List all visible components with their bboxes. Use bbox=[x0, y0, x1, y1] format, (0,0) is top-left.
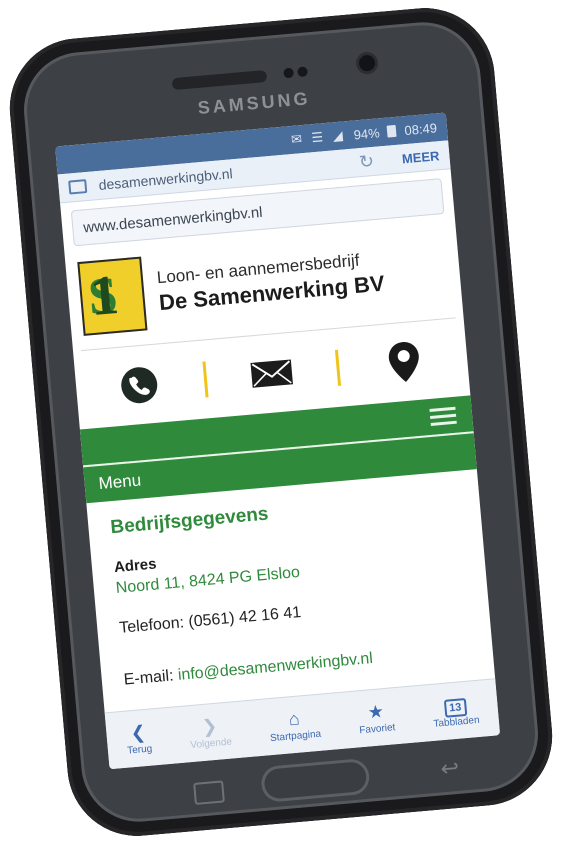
device-brand: SAMSUNG bbox=[196, 88, 312, 119]
icon-separator bbox=[202, 361, 209, 398]
light-sensor bbox=[297, 66, 308, 78]
location-pin-icon[interactable] bbox=[381, 339, 427, 385]
status-icons: ✉ ☰ ◢ bbox=[290, 127, 347, 148]
tab-count: 13 bbox=[443, 697, 468, 718]
phone-device: SAMSUNG ✉ ☰ ◢ 94% 08:49 desamenwerkingbv… bbox=[4, 2, 558, 842]
email-label: E-mail: bbox=[123, 667, 175, 689]
nav-forward[interactable]: ❯ Volgende bbox=[188, 714, 233, 751]
nav-back-label: Terug bbox=[126, 742, 153, 757]
status-time: 08:49 bbox=[403, 119, 438, 138]
nav-bookmarks-label: Favoriet bbox=[358, 721, 396, 736]
tab-icon[interactable] bbox=[68, 179, 88, 195]
hamburger-icon[interactable] bbox=[429, 402, 457, 429]
battery-icon bbox=[387, 124, 398, 138]
phone-number[interactable]: Telefoon: (0561) 42 16 41 bbox=[119, 590, 467, 638]
brand-text: Loon- en aannemersbedrijf De Samenwerkin… bbox=[156, 249, 386, 317]
mail-icon[interactable] bbox=[249, 351, 295, 397]
nav-forward-label: Volgende bbox=[189, 736, 233, 751]
nav-bookmarks[interactable]: ★ Favoriet bbox=[357, 700, 396, 736]
email-row: E-mail: info@desamenwerkingbv.nl bbox=[123, 641, 471, 689]
proximity-sensor bbox=[283, 67, 295, 79]
home-button[interactable] bbox=[260, 757, 371, 804]
logo-l-glyph: 1 bbox=[87, 263, 121, 329]
reload-icon[interactable]: ↻ bbox=[358, 150, 375, 172]
phone-screen: ✉ ☰ ◢ 94% 08:49 desamenwerkingbv.nl ↻ ME… bbox=[55, 112, 501, 770]
nav-tabs[interactable]: 13 Tabbladen bbox=[431, 692, 480, 729]
recent-apps-button[interactable] bbox=[193, 780, 225, 805]
phone-bezel: SAMSUNG ✉ ☰ ◢ 94% 08:49 desamenwerkingbv… bbox=[19, 17, 543, 827]
more-button[interactable]: MEER bbox=[401, 148, 440, 166]
phone-icon[interactable] bbox=[117, 362, 163, 408]
earpiece-speaker bbox=[171, 69, 268, 91]
chevron-right-icon: ❯ bbox=[201, 715, 219, 737]
nav-home-label: Startpagina bbox=[269, 728, 322, 744]
url-text: www.desamenwerkingbv.nl bbox=[82, 203, 264, 236]
front-camera-icon bbox=[358, 54, 376, 72]
home-icon: ⌂ bbox=[287, 708, 301, 729]
phone-icon-svg bbox=[121, 367, 158, 404]
battery-level: 94% bbox=[352, 124, 381, 143]
icon-separator bbox=[334, 349, 342, 386]
company-logo[interactable]: S 1 bbox=[77, 256, 148, 336]
location-pin-svg bbox=[388, 342, 419, 382]
mail-icon-svg bbox=[250, 359, 293, 388]
back-button[interactable]: ↩ bbox=[434, 755, 466, 782]
nav-back[interactable]: ❮ Terug bbox=[125, 721, 153, 757]
tabs-icon: 13 bbox=[443, 693, 468, 718]
chevron-left-icon: ❮ bbox=[129, 721, 147, 743]
email-link[interactable]: info@desamenwerkingbv.nl bbox=[177, 650, 373, 684]
nav-tabs-label: Tabbladen bbox=[433, 714, 480, 730]
bookmark-icon: ★ bbox=[366, 700, 385, 723]
menu-label: Menu bbox=[97, 470, 142, 494]
nav-home[interactable]: ⌂ Startpagina bbox=[268, 706, 322, 744]
